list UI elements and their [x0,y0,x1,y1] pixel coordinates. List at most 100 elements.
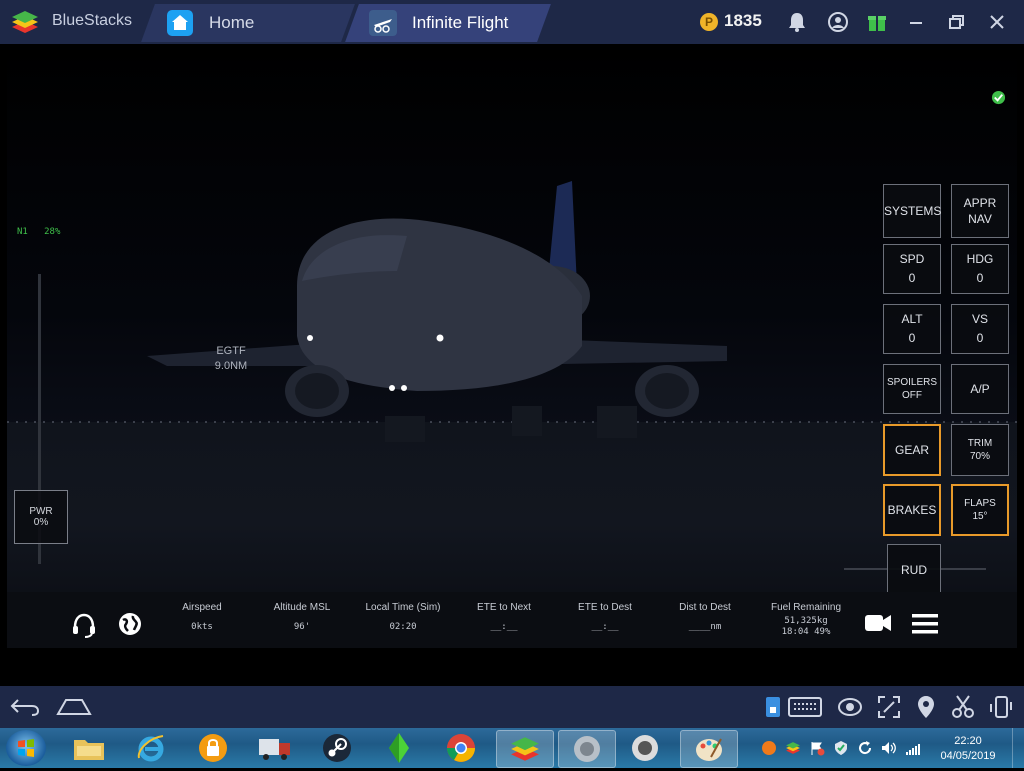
brakes-button[interactable]: BRAKES [883,484,941,536]
trim-label: TRIM [967,438,993,449]
game-viewport[interactable]: N1 28% PWR 0% EGTF 9.0NM SYSTEMS APPR NA… [7,46,1017,682]
power-indicator[interactable]: PWR 0% [14,490,68,544]
rudder-button[interactable]: RUD [887,544,941,596]
taskbar-internet-explorer[interactable] [126,730,176,766]
systems-button[interactable]: SYSTEMS [883,184,941,238]
taskbar-clock[interactable]: 22:20 04/05/2019 [933,734,1003,764]
tray-volume-icon[interactable] [881,740,897,756]
spd-button[interactable]: SPD 0 [883,244,941,294]
taskbar-bluestacks[interactable] [496,730,554,768]
flaps-value: 15° [972,511,988,522]
account-icon[interactable] [826,10,850,34]
nav-waypoint: EGTF [216,345,246,357]
media-disc-icon [632,735,658,761]
gear-button[interactable]: GEAR [883,424,941,476]
dist-dest-value: ____nm [688,622,722,632]
plumbob-icon [389,733,409,763]
autopilot-button[interactable]: A/P [951,364,1009,414]
clock-time: 22:20 [954,735,982,747]
tray-security-icon[interactable] [833,740,849,756]
bluestacks-tray-icon [786,742,800,754]
altitude-label: Altitude MSL [273,602,331,613]
back-icon[interactable] [8,694,42,720]
taskbar-media-app[interactable] [620,730,670,766]
taskbar-file-explorer[interactable] [64,730,114,766]
taskbar-chrome[interactable] [436,730,486,766]
fullscreen-icon[interactable] [876,694,902,720]
taskbar-speaker-app[interactable] [558,730,616,768]
spoilers-value: OFF [902,390,922,401]
alt-value: 0 [908,331,916,345]
hud-dist-dest: Dist to Dest ____nm [650,602,760,633]
hud-ete-dest: ETE to Dest __:__ [550,602,660,633]
speaker-icon [574,736,600,762]
scissors-icon[interactable] [950,694,976,720]
gift-icon[interactable] [865,10,889,34]
volume-icon [882,742,896,754]
tray-bluestacks-icon[interactable] [785,740,801,756]
power-value: 0% [33,517,49,528]
restore-icon[interactable] [944,10,968,34]
nav-target: EGTF 9.0NM [203,344,259,374]
trim-button[interactable]: TRIM 70% [951,424,1009,476]
vs-label: VS [971,312,988,326]
taskbar-steam[interactable] [312,730,362,766]
windows-logo-icon [18,739,34,757]
close-icon[interactable] [985,10,1009,34]
android-nav-bar [0,686,1024,728]
keyboard-icon[interactable] [787,694,823,720]
show-desktop-button[interactable] [1012,728,1024,768]
alt-button[interactable]: ALT 0 [883,304,941,354]
vs-button[interactable]: VS 0 [951,304,1009,354]
tray-avast-icon[interactable] [761,740,777,756]
tray-flag-icon[interactable] [809,740,825,756]
viewport-bottom-strip [7,648,1017,682]
power-label: PWR [29,506,53,517]
camera-icon[interactable] [864,612,892,634]
nav-label: NAV [968,212,992,226]
windows-start-button[interactable] [6,730,46,766]
airspeed-label: Airspeed [182,602,222,613]
steam-icon [323,734,351,762]
paint-palette-icon [696,738,722,761]
fuel-value: 51,325kg 18:04 49% [781,616,831,637]
hdg-value: 0 [976,271,984,285]
bell-icon[interactable] [785,10,809,34]
taskbar-paint[interactable] [680,730,738,768]
hud-local-time: Local Time (Sim) 02:20 [348,602,458,633]
spoilers-label: SPOILERS [886,377,938,388]
tray-refresh-icon[interactable] [857,740,873,756]
appr-nav-button[interactable]: APPR NAV [951,184,1009,238]
hdg-button[interactable]: HDG 0 [951,244,1009,294]
eye-icon[interactable] [837,694,863,720]
altitude-value: 96' [293,622,311,632]
infinite-flight-icon [369,10,397,36]
trim-value: 70% [969,451,990,462]
minimize-icon[interactable] [904,10,928,34]
taskbar-sims[interactable] [374,730,424,766]
menu-icon[interactable] [911,612,939,636]
n1-readout: N1 28% [17,227,60,237]
tab-home[interactable]: Home [166,4,254,42]
taskbar-truck-simulator[interactable] [250,730,300,766]
tab-infinite-flight[interactable]: Infinite Flight [368,4,508,42]
rudder-label: RUD [901,562,927,577]
globe-icon[interactable] [117,611,143,637]
phone-keyboard-icon[interactable] [763,694,783,720]
tab-home-label: Home [209,13,255,32]
taskbar-vpn[interactable] [188,730,238,766]
headset-icon[interactable] [70,611,98,639]
flaps-button[interactable]: FLAPS 15° [951,484,1009,536]
autopilot-label: A/P [970,381,990,396]
location-icon[interactable] [914,694,938,720]
spoilers-button[interactable]: SPOILERS OFF [883,364,941,414]
appr-label: APPR [963,196,997,210]
windows-taskbar: 22:20 04/05/2019 [0,728,1024,768]
action-center-flag-icon [811,742,825,756]
home-icon [167,10,193,36]
rotate-device-icon[interactable] [988,694,1014,720]
android-home-icon[interactable] [56,694,92,720]
aircraft-illustration [147,181,727,442]
tray-network-icon[interactable] [905,740,921,756]
hud-airspeed: Airspeed 0kts [147,602,257,633]
